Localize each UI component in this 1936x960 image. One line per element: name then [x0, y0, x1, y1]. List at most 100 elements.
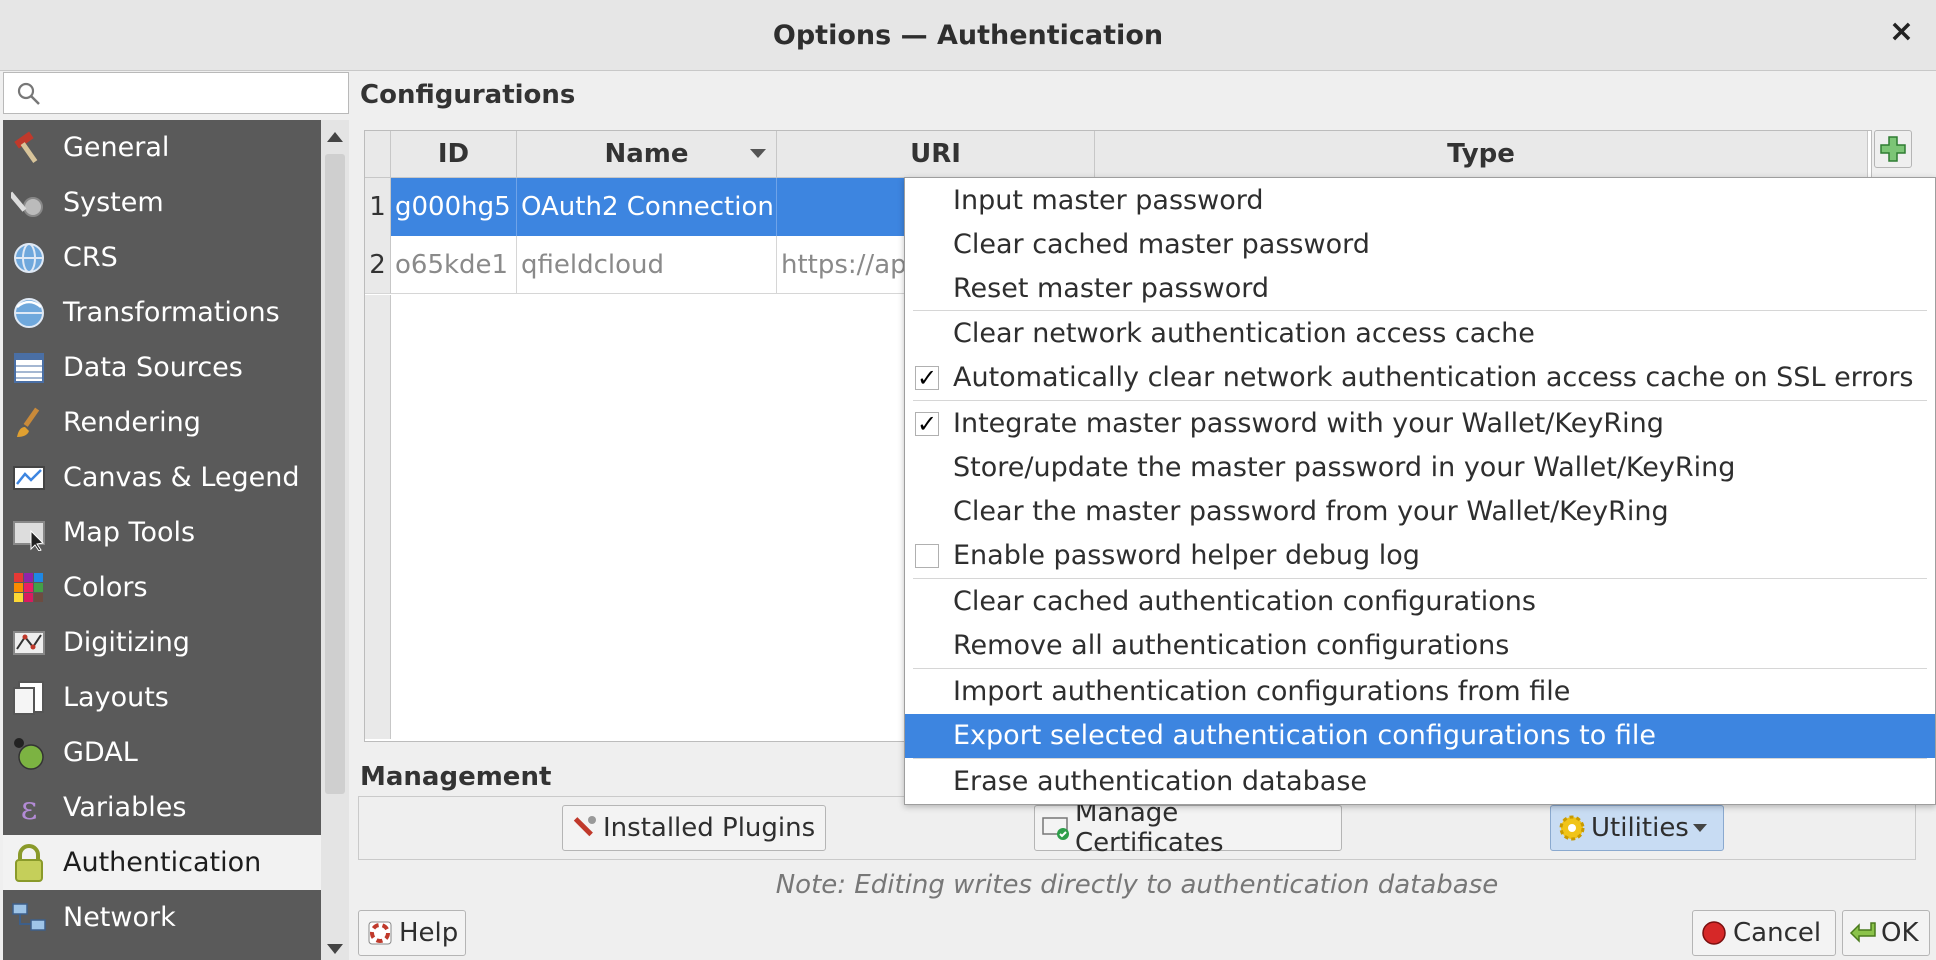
button-label: Cancel — [1733, 918, 1822, 948]
sidebar-item-label: Canvas & Legend — [63, 462, 300, 493]
utilities-menu: Input master password Clear cached maste… — [904, 177, 1936, 805]
button-label: Manage Certificates — [1075, 798, 1224, 858]
sidebar-item-gdal[interactable]: GDAL — [3, 725, 321, 780]
sidebar-item-network[interactable]: Network — [3, 890, 321, 945]
sidebar-item-rendering[interactable]: Rendering — [3, 395, 321, 450]
sidebar-item-layouts[interactable]: Layouts — [3, 670, 321, 725]
menu-item-store-update-wallet[interactable]: Store/update the master password in your… — [905, 446, 1935, 490]
menu-item-clear-cached-configs[interactable]: Clear cached authentication configuratio… — [905, 580, 1935, 624]
search-box[interactable] — [3, 72, 349, 114]
hammer-icon — [9, 128, 49, 168]
cell-id[interactable]: o65kde1 — [391, 236, 517, 294]
sidebar-item-label: System — [63, 187, 164, 218]
gdal-icon — [9, 733, 49, 773]
add-icon — [1880, 136, 1906, 162]
menu-item-export-configs[interactable]: Export selected authentication configura… — [905, 714, 1935, 758]
installed-plugins-button[interactable]: Installed Plugins — [562, 805, 826, 851]
scroll-up-icon[interactable] — [327, 132, 343, 142]
menu-item-label: Enable password helper debug log — [953, 540, 1420, 571]
column-header-type[interactable]: Type — [1095, 131, 1868, 177]
menu-separator — [913, 758, 1927, 759]
sidebar-item-label: Layouts — [63, 682, 169, 713]
sidebar-item-transformations[interactable]: Transformations — [3, 285, 321, 340]
stop-icon — [1699, 918, 1729, 948]
sidebar-item-system[interactable]: System — [3, 175, 321, 230]
sidebar-item-label: Authentication — [63, 847, 262, 878]
search-input[interactable] — [52, 77, 346, 111]
sidebar-item-general[interactable]: General — [3, 120, 321, 175]
configurations-heading: Configurations — [360, 80, 576, 110]
menu-item-integrate-wallet[interactable]: ✓ Integrate master password with your Wa… — [905, 402, 1935, 446]
help-button[interactable]: Help — [358, 910, 466, 956]
cell-name[interactable]: qfieldcloud — [517, 236, 777, 294]
column-header-label: Name — [604, 139, 689, 169]
menu-item-remove-all-configs[interactable]: Remove all authentication configurations — [905, 624, 1935, 668]
menu-item-label: Integrate master password with your Wall… — [953, 408, 1664, 439]
menu-item-auto-clear-network-cache[interactable]: ✓ Automatically clear network authentica… — [905, 356, 1935, 400]
sidebar-item-label: Colors — [63, 572, 148, 603]
sidebar-item-crs[interactable]: CRS — [3, 230, 321, 285]
menu-item-label: Import authentication configurations fro… — [953, 676, 1571, 707]
column-header-uri[interactable]: URI — [777, 131, 1095, 177]
menu-item-label: Automatically clear network authenticati… — [953, 362, 1914, 393]
lock-icon — [9, 843, 49, 883]
column-header-name[interactable]: Name — [517, 131, 777, 177]
corner-header — [365, 131, 391, 177]
menu-item-reset-master-password[interactable]: Reset master password — [905, 267, 1935, 311]
button-label: OK — [1881, 918, 1919, 948]
sidebar-item-label: Rendering — [63, 407, 201, 438]
table-icon — [9, 348, 49, 388]
checkbox-checked[interactable]: ✓ — [915, 412, 939, 436]
menu-item-debug-log[interactable]: Enable password helper debug log — [905, 534, 1935, 578]
checkbox-unchecked[interactable] — [915, 544, 939, 568]
plugin-wrench-icon — [569, 813, 599, 843]
menu-item-clear-network-cache[interactable]: Clear network authentication access cach… — [905, 312, 1935, 356]
management-heading: Management — [360, 762, 552, 792]
sort-descending-icon — [750, 149, 766, 158]
menu-item-input-master-password[interactable]: Input master password — [905, 179, 1935, 223]
menu-item-label: Erase authentication database — [953, 766, 1368, 797]
scroll-down-icon[interactable] — [327, 944, 343, 954]
menu-item-label: Clear network authentication access cach… — [953, 318, 1535, 349]
sidebar-item-colors[interactable]: Colors — [3, 560, 321, 615]
add-configuration-button[interactable] — [1874, 130, 1912, 168]
sidebar-item-digitizing[interactable]: Digitizing — [3, 615, 321, 670]
row-number[interactable]: 1 — [365, 178, 391, 236]
cell-id[interactable]: g000hg5 — [391, 178, 517, 236]
menu-separator — [913, 668, 1927, 669]
sidebar-item-label: General — [63, 132, 170, 163]
menu-separator — [913, 578, 1927, 579]
sidebar-item-canvas-legend[interactable]: Canvas & Legend — [3, 450, 321, 505]
menu-separator — [913, 310, 1927, 311]
sidebar-item-label: Map Tools — [63, 517, 196, 548]
close-icon[interactable]: × — [1889, 14, 1914, 49]
row-header-column — [365, 295, 391, 739]
scrollbar-thumb[interactable] — [325, 154, 345, 794]
brush-icon — [9, 403, 49, 443]
menu-item-erase-database[interactable]: Erase authentication database — [905, 760, 1935, 804]
map-canvas-icon — [9, 458, 49, 498]
wrench-gear-icon — [9, 183, 49, 223]
help-icon — [365, 918, 395, 948]
utilities-menu-button[interactable]: Utilities — [1550, 805, 1724, 851]
sidebar-scrollbar[interactable] — [321, 120, 349, 960]
map-tool-icon — [9, 513, 49, 553]
checkbox-checked[interactable]: ✓ — [915, 366, 939, 390]
epsilon-icon: ε — [20, 788, 38, 827]
cancel-button[interactable]: Cancel — [1692, 910, 1836, 956]
sidebar-item-label: Digitizing — [63, 627, 190, 658]
sidebar-item-map-tools[interactable]: Map Tools — [3, 505, 321, 560]
cell-name[interactable]: OAuth2 Connection — [517, 178, 777, 236]
network-icon — [9, 898, 49, 938]
sidebar-item-data-sources[interactable]: Data Sources — [3, 340, 321, 395]
manage-certificates-button[interactable]: Manage Certificates — [1034, 798, 1342, 858]
menu-item-clear-wallet[interactable]: Clear the master password from your Wall… — [905, 490, 1935, 534]
menu-item-clear-cached-master-password[interactable]: Clear cached master password — [905, 223, 1935, 267]
row-number[interactable]: 2 — [365, 236, 391, 294]
sidebar-item-variables[interactable]: ε Variables — [3, 780, 321, 835]
sidebar-item-authentication[interactable]: Authentication — [3, 835, 321, 890]
column-header-id[interactable]: ID — [391, 131, 517, 177]
menu-item-import-configs[interactable]: Import authentication configurations fro… — [905, 670, 1935, 714]
globe-transform-icon — [9, 293, 49, 333]
ok-button[interactable]: OK — [1842, 910, 1930, 956]
